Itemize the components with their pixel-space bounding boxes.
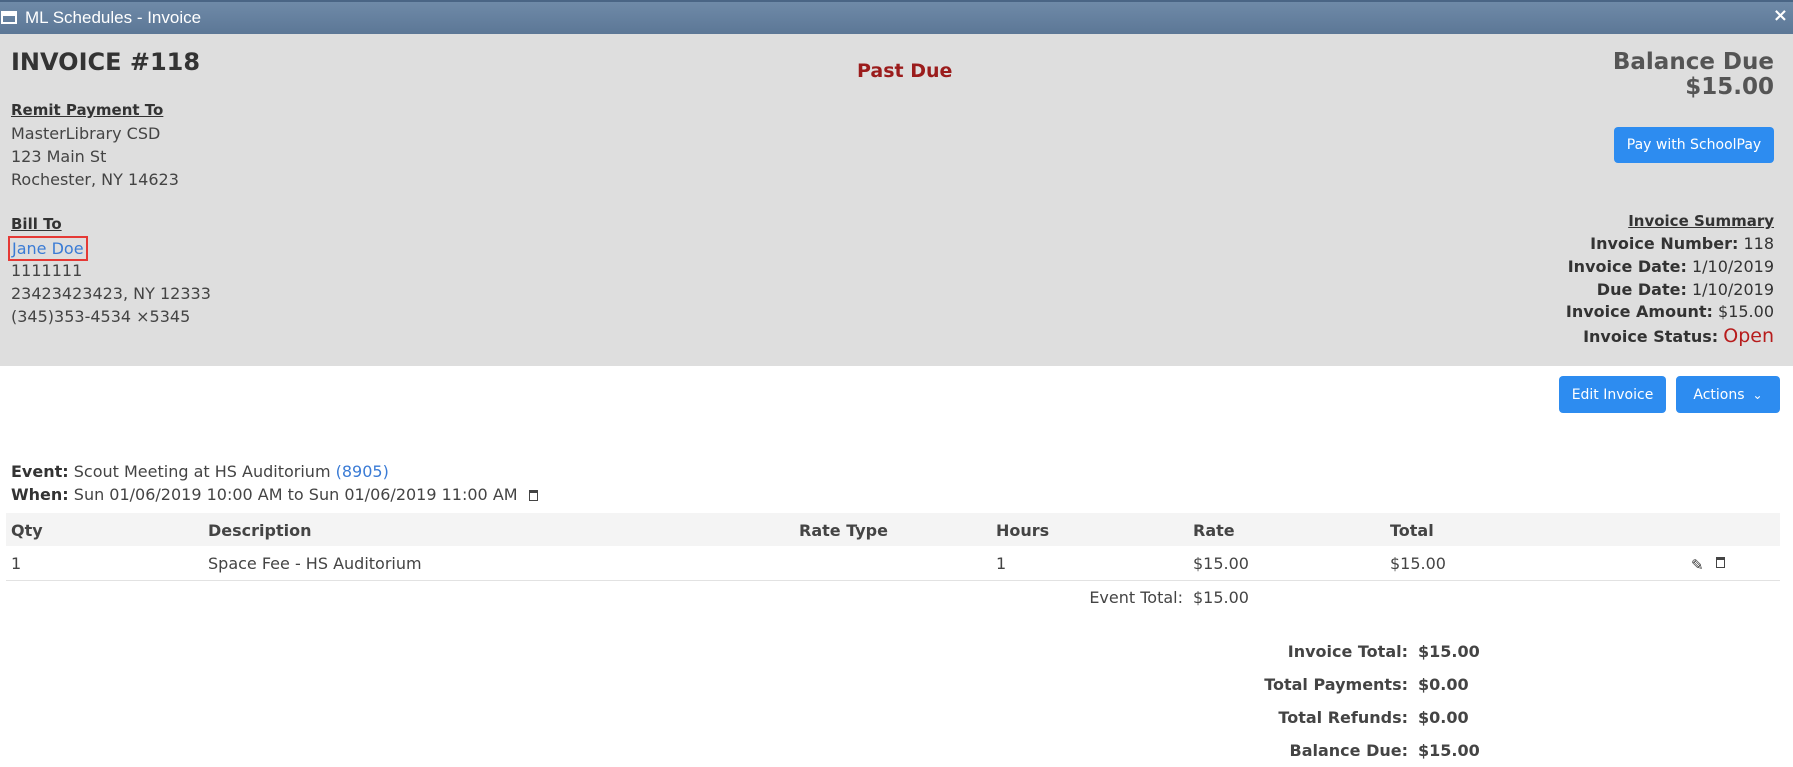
cell-qty: 1 [11,554,22,573]
pencil-icon[interactable]: ✎ [1691,556,1704,574]
actions-dropdown-button[interactable]: Actions ⌄ [1676,376,1780,413]
event-label: Event: [11,462,69,481]
edit-invoice-button[interactable]: Edit Invoice [1559,376,1666,413]
event-id-link[interactable]: (8905) [336,462,389,481]
total-refunds-value: $0.00 [1418,708,1469,727]
event-name: Scout Meeting at HS Auditorium [73,462,331,481]
column-header-rate: Rate [1193,521,1235,540]
balance-due-label: Balance Due [1612,49,1774,75]
summary-row-invoice-date: Invoice Date: 1/10/2019 [1568,257,1774,276]
summary-value: 1/10/2019 [1691,280,1774,299]
event-line: Event: Scout Meeting at HS Auditorium (8… [11,462,389,481]
summary-label: Invoice Number: [1590,234,1739,253]
summary-value: 1/10/2019 [1691,257,1774,276]
invoice-title: INVOICE #118 [11,48,201,76]
invoice-total-label: Invoice Total: [1287,642,1408,661]
cell-rate: $15.00 [1193,554,1249,573]
bill-to-line: 23423423423, NY 12333 [11,284,211,303]
actions-label: Actions [1693,386,1745,403]
bill-to-line: 1111111 [11,261,83,280]
remit-line: Rochester, NY 14623 [11,170,179,189]
when-label: When: [11,485,69,504]
remit-line: 123 Main St [11,147,107,166]
event-total-value: $15.00 [1193,588,1249,607]
summary-row-invoice-number: Invoice Number: 118 [1590,234,1774,253]
past-due-banner: Past Due [857,60,953,82]
column-header-hours: Hours [996,521,1050,540]
column-header-description: Description [208,521,312,540]
remit-line: MasterLibrary CSD [11,124,161,143]
balance-due-total-value: $15.00 [1418,741,1480,760]
invoice-header [0,34,1793,366]
window-icon [1,11,17,24]
line-items-header: Qty Description Rate Type Hours Rate Tot… [6,513,1780,546]
total-payments-value: $0.00 [1418,675,1469,694]
invoice-status-value: Open [1723,325,1774,347]
pay-with-schoolpay-button[interactable]: Pay with SchoolPay [1614,127,1774,163]
bill-to-line: (345)353-4534 ×5345 [11,307,191,326]
invoice-total-value: $15.00 [1418,642,1480,661]
summary-row-invoice-amount: Invoice Amount: $15.00 [1566,302,1774,321]
table-row: 1 Space Fee - HS Auditorium 1 $15.00 $15… [6,546,1780,581]
cell-total: $15.00 [1390,554,1446,573]
close-icon[interactable]: × [1773,5,1788,26]
cell-description: Space Fee - HS Auditorium [208,554,422,573]
window-title: ML Schedules - Invoice [25,8,202,27]
summary-label: Invoice Date: [1567,257,1687,276]
column-header-total: Total [1390,521,1434,540]
summary-value: $15.00 [1718,302,1774,321]
bill-to-name-link[interactable]: Jane Doe [8,236,88,261]
summary-label: Due Date: [1596,280,1687,299]
bill-to-heading: Bill To [11,215,62,233]
invoice-summary-heading: Invoice Summary [1628,212,1774,230]
summary-label: Invoice Status: [1583,327,1719,346]
remit-heading: Remit Payment To [11,101,164,119]
balance-due-amount: $15.00 [1685,74,1774,100]
when-line: When: Sun 01/06/2019 10:00 AM to Sun 01/… [11,485,538,504]
chevron-down-icon: ⌄ [1752,387,1763,402]
window-titlebar: ML Schedules - Invoice × [0,0,1793,34]
total-payments-label: Total Payments: [1264,675,1408,694]
total-refunds-label: Total Refunds: [1278,708,1408,727]
summary-row-invoice-status: Invoice Status: Open [1583,325,1774,347]
trash-icon[interactable] [528,490,538,501]
when-value: Sun 01/06/2019 10:00 AM to Sun 01/06/201… [73,485,518,504]
column-header-rate-type: Rate Type [799,521,888,540]
trash-icon[interactable] [1716,557,1725,568]
column-header-qty: Qty [11,521,43,540]
cell-hours: 1 [996,554,1007,573]
summary-row-due-date: Due Date: 1/10/2019 [1597,280,1774,299]
event-total-label: Event Total: [1089,588,1183,607]
summary-value: 118 [1743,234,1774,253]
summary-label: Invoice Amount: [1565,302,1713,321]
balance-due-total-label: Balance Due: [1289,741,1409,760]
